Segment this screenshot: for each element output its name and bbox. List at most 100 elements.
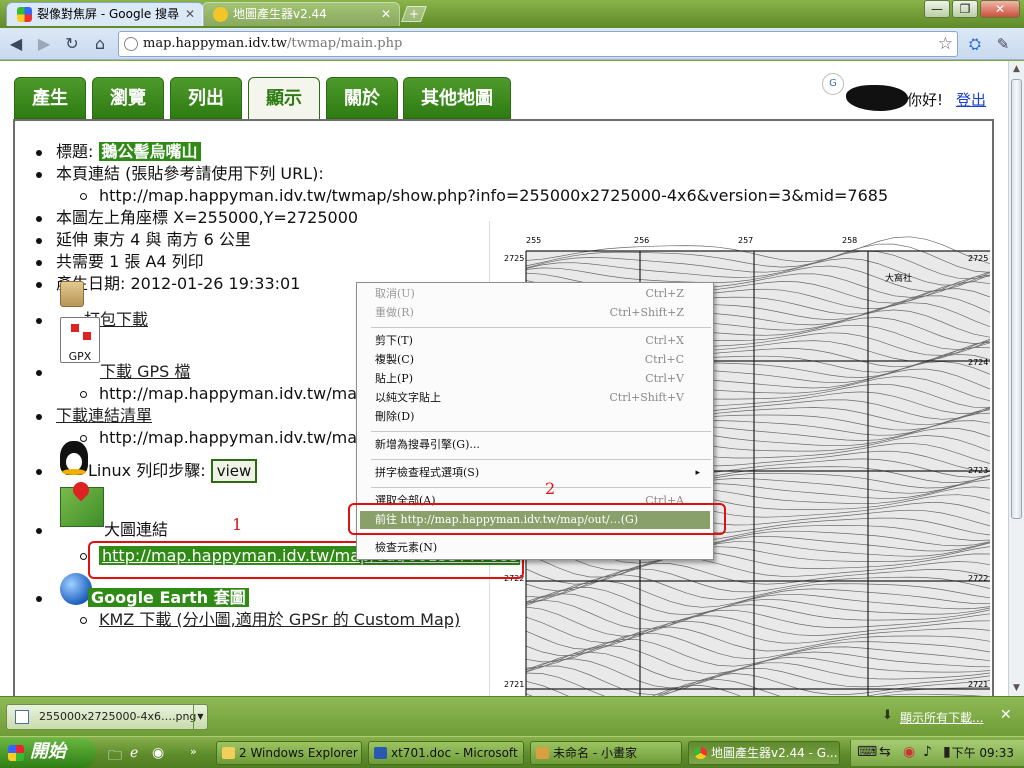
list-item: 本圖左上角座標 X=255000,Y=2725000 <box>36 207 358 229</box>
sub-bullet <box>80 617 87 624</box>
list-item: 下載 GPS 檔 <box>36 361 190 383</box>
download-bar: 255000x2725000-4x6….png ▼ ⬇ 顯示所有下載... ✕ <box>0 696 1024 736</box>
nav-tab-list[interactable]: 列出 <box>170 77 242 119</box>
y-tick-label: 2725 <box>968 254 988 263</box>
home-icon[interactable]: ⌂ <box>90 34 110 54</box>
nav-tab-about[interactable]: 關於 <box>326 77 398 119</box>
scroll-down-arrow-icon[interactable]: ▼ <box>1009 680 1024 696</box>
address-bar[interactable]: map.happyman.idv.tw/twmap/main.php ☆ <box>118 31 958 57</box>
folder-icon <box>222 747 235 759</box>
power-icon[interactable]: ▮ <box>943 744 951 760</box>
minimize-button[interactable]: — <box>924 0 950 18</box>
page-link-url[interactable]: http://map.happyman.idv.tw/twmap/show.ph… <box>99 186 888 205</box>
bullet <box>36 281 42 288</box>
translate-extension-icon[interactable]: ⛭ <box>966 35 984 53</box>
network-icon[interactable]: ⇆ <box>879 744 891 760</box>
more-quicklaunch-icon[interactable]: » <box>190 745 197 758</box>
menu-item-cut[interactable]: 剪下(T) Ctrl+X <box>360 332 710 350</box>
menu-separator <box>371 459 711 460</box>
menu-item-paste-plain[interactable]: 以純文字貼上 Ctrl+Shift+V <box>360 389 710 407</box>
task-label: 2 Windows Explorer <box>239 746 358 760</box>
nav-tab-generate[interactable]: 產生 <box>14 77 86 119</box>
y-tick-label: 2721 <box>968 680 988 689</box>
nav-tab-other-maps[interactable]: 其他地圖 <box>403 77 511 119</box>
extent-text: 延伸 東方 4 與 南方 6 公里 <box>56 230 251 249</box>
bullet <box>36 171 42 178</box>
download-item[interactable]: 255000x2725000-4x6….png ▼ <box>6 704 208 730</box>
close-icon[interactable]: ✕ <box>1000 707 1012 723</box>
list-item: http://map.happyman.idv.tw/map. <box>80 383 372 405</box>
sub-bullet <box>80 435 87 442</box>
show-all-downloads-link[interactable]: 顯示所有下載... <box>900 709 983 726</box>
annotation-number-2: 2 <box>545 479 556 498</box>
page-icon <box>124 37 138 51</box>
menu-item-copy[interactable]: 複製(C) Ctrl+C <box>360 351 710 369</box>
menu-item-undo[interactable]: 取消(U) Ctrl+Z <box>360 285 710 303</box>
menu-item-spellcheck-options[interactable]: 拼字檢查程式選項(S) ▸ <box>360 464 710 482</box>
menu-item-paste[interactable]: 貼上(P) Ctrl+V <box>360 370 710 388</box>
task-label: 地圖產生器v2.44 - G... <box>711 746 838 760</box>
menu-item-inspect-element[interactable]: 檢查元素(N) <box>360 539 710 557</box>
maximize-button[interactable]: ❐ <box>952 0 978 18</box>
menu-item-add-search-engine[interactable]: 新增為搜尋引擎(G)... <box>360 436 710 454</box>
tab-map-generator[interactable]: 地圖產生器v2.44 ✕ <box>202 2 400 26</box>
menu-shortcut: Ctrl+V <box>645 372 684 385</box>
y-tick-label: 2721 <box>504 680 524 689</box>
x-tick-label: 255 <box>526 236 541 245</box>
logout-link[interactable]: 登出 <box>956 89 986 110</box>
gpx-url[interactable]: http://map.happyman.idv.tw/map. <box>99 384 372 403</box>
volume-icon[interactable]: ♪ <box>923 744 932 760</box>
scrollbar-thumb[interactable] <box>1011 79 1022 519</box>
red-flag-icon <box>71 324 79 332</box>
list-item: 下載連結清單 <box>36 405 152 427</box>
scroll-up-arrow-icon[interactable]: ▲ <box>1009 61 1024 77</box>
keyboard-icon[interactable]: ⌨ <box>857 744 877 760</box>
wrench-icon[interactable]: ✎ <box>994 35 1012 53</box>
word-icon <box>374 747 387 759</box>
x-tick-label: 256 <box>634 236 649 245</box>
menu-item-delete[interactable]: 刪除(D) <box>360 408 710 426</box>
gpx-file-icon[interactable]: GPX <box>60 317 100 363</box>
bullet <box>36 468 42 475</box>
y-tick-label: 2723 <box>968 466 988 475</box>
link-list-link[interactable]: 下載連結清單 <box>56 406 152 425</box>
task-paint[interactable]: 未命名 - 小畫家 <box>530 741 682 765</box>
explorer-quicklaunch-icon[interactable]: 🗀 <box>108 745 122 768</box>
link-list-url[interactable]: http://map.happyman.idv.tw/map. <box>99 428 372 447</box>
vertical-scrollbar[interactable]: ▲ ▼ <box>1008 61 1024 696</box>
close-window-button[interactable]: ✕ <box>980 0 1020 18</box>
back-arrow-icon[interactable]: ◀ <box>6 34 26 54</box>
ie-quicklaunch-icon[interactable]: ℯ <box>130 745 138 761</box>
nav-tab-browse[interactable]: 瀏覽 <box>92 77 164 119</box>
menu-shortcut: Ctrl+Z <box>645 287 684 300</box>
tab-close-icon[interactable]: ✕ <box>185 3 195 25</box>
tab-close-icon[interactable]: ✕ <box>381 3 391 25</box>
start-button[interactable]: 開始 <box>0 738 96 768</box>
google-earth-label: Google Earth 套圖 <box>88 588 249 607</box>
tab-google-search[interactable]: 裂像對焦屏 - Google 搜尋 ✕ <box>6 2 204 26</box>
task-word-document[interactable]: xt701.doc - Microsoft ... <box>368 741 524 765</box>
forward-arrow-icon[interactable]: ▶ <box>34 34 54 54</box>
list-item: 本頁連結 (張貼參考請使用下列 URL): <box>36 163 324 185</box>
bullet <box>36 317 42 324</box>
antivirus-icon[interactable]: ◉ <box>903 744 915 760</box>
chrome-quicklaunch-icon[interactable]: ◉ <box>152 745 164 761</box>
reload-icon[interactable]: ↻ <box>62 34 82 54</box>
menu-label: 檢查元素(N) <box>375 541 438 554</box>
annotation-number-1: 1 <box>232 515 243 534</box>
gpx-download-link[interactable]: 下載 GPS 檔 <box>100 362 190 381</box>
nav-tab-display[interactable]: 顯示 <box>248 77 320 119</box>
task-windows-explorer[interactable]: 2 Windows Explorer <box>216 741 362 765</box>
bookmark-star-icon[interactable]: ☆ <box>938 32 953 56</box>
zip-archive-icon[interactable] <box>60 281 84 307</box>
menu-shortcut: Ctrl+C <box>644 353 684 366</box>
new-tab-button[interactable]: + <box>401 6 427 22</box>
menu-item-redo[interactable]: 重做(R) Ctrl+Shift+Z <box>360 304 710 322</box>
page-link-label: 本頁連結 (張貼參考請使用下列 URL): <box>56 164 324 183</box>
chevron-down-icon[interactable]: ▼ <box>193 705 207 729</box>
kmz-download-link[interactable]: KMZ 下載 (分小圖,適用於 GPSr 的 Custom Map) <box>99 610 460 629</box>
view-button[interactable]: view <box>210 459 258 483</box>
task-chrome-map-generator[interactable]: 地圖產生器v2.44 - G... <box>688 741 840 765</box>
sub-bullet <box>80 193 87 200</box>
url-path: /twmap/main.php <box>287 36 403 51</box>
